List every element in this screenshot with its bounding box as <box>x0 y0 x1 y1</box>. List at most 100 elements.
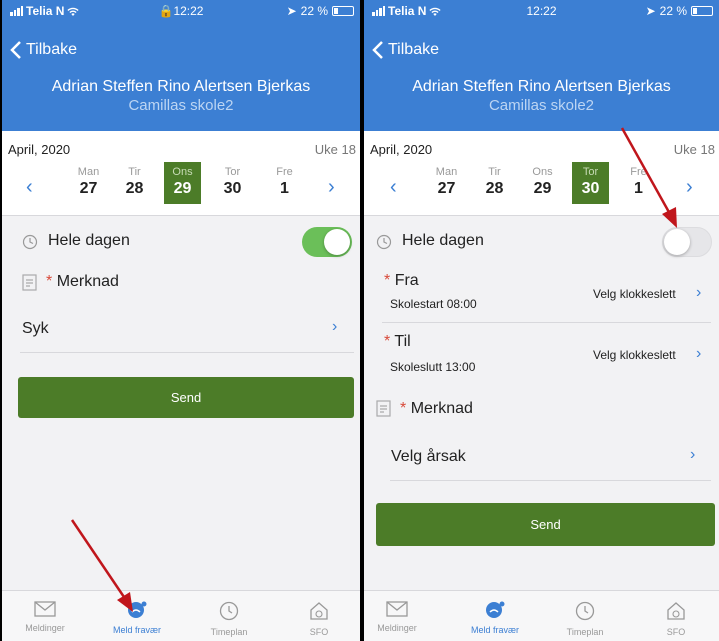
send-button[interactable]: Send <box>18 377 354 418</box>
status-bar: Telia N 🔒12:22 ➤ 22 % <box>2 0 360 20</box>
required-star: * <box>384 272 391 289</box>
day-thursday[interactable]: Tor 30 <box>214 162 251 204</box>
whole-day-label: Hele dagen <box>48 232 130 249</box>
tab-label: Timeplan <box>210 627 248 637</box>
chevron-left-icon <box>10 41 21 59</box>
calendar-week: Uke 18 <box>314 142 356 157</box>
day-friday[interactable]: Fre 1 <box>266 162 303 204</box>
day-wednesday[interactable]: Ons 29 <box>164 162 201 204</box>
next-week-button[interactable]: › <box>686 176 693 199</box>
note-label: * Merknad <box>46 273 119 291</box>
tab-bar: Meldinger Meld fravær Timeplan SFO <box>364 590 719 641</box>
tab-sfo[interactable]: SFO <box>284 591 354 641</box>
student-name: Adrian Steffen Rino Alertsen Bjerkas <box>412 78 671 95</box>
send-button[interactable]: Send <box>376 503 715 546</box>
battery: ➤ 22 % <box>287 4 354 18</box>
school-name: Camillas skole2 <box>128 97 234 114</box>
tab-timetable[interactable]: Timeplan <box>194 591 264 641</box>
back-label: Tilbake <box>388 41 439 58</box>
clock-icon <box>376 234 392 250</box>
tab-messages[interactable]: Meldinger <box>10 591 80 641</box>
day-name: Man <box>77 166 100 178</box>
back-label: Tilbake <box>26 41 77 58</box>
location-icon: ➤ <box>286 4 297 18</box>
to-label: * Til <box>384 333 411 351</box>
chevron-right-icon: › <box>690 446 696 463</box>
reason-select[interactable]: Syk <box>22 320 49 338</box>
day-date: 28 <box>485 180 504 197</box>
back-button[interactable]: Tilbake <box>372 40 439 60</box>
from-time-picker[interactable]: Velg klokkeslett <box>593 287 676 301</box>
mail-icon <box>34 601 56 617</box>
from-default: Skolestart 08:00 <box>390 297 477 311</box>
battery-percent: 22 % <box>300 4 328 18</box>
student-name: Adrian Steffen Rino Alertsen Bjerkas <box>51 78 311 95</box>
day-date: 30 <box>223 180 242 197</box>
day-name: Tor <box>224 166 241 178</box>
battery-percent: 22 % <box>659 4 687 18</box>
chevron-left-icon <box>372 41 383 59</box>
required-star: * <box>384 333 391 350</box>
tab-label: SFO <box>309 627 329 637</box>
whole-day-label: Hele dagen <box>402 232 484 249</box>
tab-label: Timeplan <box>566 627 604 637</box>
from-label-text: Fra <box>394 272 419 289</box>
tab-label: Meld fravær <box>470 625 519 635</box>
day-date: 27 <box>79 180 98 197</box>
calendar-month: April, 2020 <box>8 142 71 157</box>
note-label: * Merknad <box>400 400 473 418</box>
home-icon <box>667 602 685 620</box>
to-default: Skoleslutt 13:00 <box>390 360 476 374</box>
day-wednesday[interactable]: Ons 29 <box>524 162 561 204</box>
day-thursday[interactable]: Tor 30 <box>572 162 609 204</box>
clock-icon <box>22 234 38 250</box>
day-monday[interactable]: Man 27 <box>70 162 107 204</box>
status-time-label: 12:22 <box>173 4 204 18</box>
week-calendar: April, 2020 Uke 18 ‹ Man 27 Tir 28 Ons 29 T… <box>364 131 719 216</box>
tab-messages[interactable]: Meldinger <box>364 591 432 641</box>
week-calendar: April, 2020 Uke 18 ‹ Man 27 Tir 28 Ons 29 T… <box>2 131 360 216</box>
toggle-knob <box>324 229 350 255</box>
day-date: 28 <box>125 180 144 197</box>
location-icon: ➤ <box>645 4 656 18</box>
day-date: 30 <box>581 180 600 197</box>
day-tuesday[interactable]: Tir 28 <box>476 162 513 204</box>
day-tuesday[interactable]: Tir 28 <box>116 162 153 204</box>
whole-day-toggle[interactable] <box>662 227 712 257</box>
screenshot-stage: Telia N 🔒12:22 ➤ 22 % Tilbake Adrian Ste… <box>0 0 719 641</box>
from-label: * Fra <box>384 272 419 290</box>
tab-timetable[interactable]: Timeplan <box>550 591 620 641</box>
required-star: * <box>400 400 407 417</box>
tab-label: Meldinger <box>25 623 65 633</box>
next-week-button[interactable]: › <box>328 176 335 199</box>
prev-week-button[interactable]: ‹ <box>26 176 33 199</box>
day-friday[interactable]: Fre 1 <box>620 162 657 204</box>
tab-report-absence[interactable]: Meld fravær <box>460 591 530 641</box>
calendar-week: Uke 18 <box>673 142 715 157</box>
tab-label: Meldinger <box>377 623 417 633</box>
reason-select[interactable]: Velg årsak <box>391 448 466 466</box>
to-time-picker[interactable]: Velg klokkeslett <box>593 348 676 362</box>
prev-week-button[interactable]: ‹ <box>390 176 397 199</box>
mail-icon <box>386 601 408 617</box>
note-label-text: Merknad <box>410 400 473 417</box>
note-icon <box>22 274 37 291</box>
day-name: Tor <box>582 166 599 178</box>
day-date: 29 <box>173 180 192 197</box>
phone-screen-right: Telia N 12:22 ➤ 22 % Tilbake Adrian Stef… <box>364 0 719 641</box>
day-date: 29 <box>533 180 552 197</box>
clock-icon <box>575 601 595 621</box>
day-name: Fre <box>276 166 293 178</box>
divider <box>20 352 354 353</box>
whole-day-toggle[interactable] <box>302 227 352 257</box>
required-star: * <box>46 273 53 290</box>
back-button[interactable]: Tilbake <box>10 40 77 60</box>
day-name: Fre <box>630 166 647 178</box>
tab-report-absence[interactable]: Meld fravær <box>102 591 172 641</box>
tab-bar: Meldinger Meld fravær Timeplan SFO <box>2 590 360 641</box>
day-name: Man <box>435 166 458 178</box>
tab-sfo[interactable]: SFO <box>641 591 711 641</box>
report-absence-icon <box>128 601 147 618</box>
day-monday[interactable]: Man 27 <box>428 162 465 204</box>
tab-label: Meld fravær <box>112 625 161 635</box>
